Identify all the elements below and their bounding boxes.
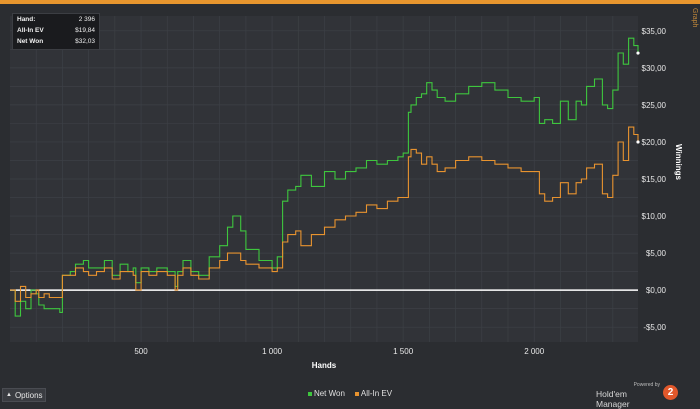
x-tick-label: 1 500	[393, 347, 414, 356]
series-end-marker	[636, 140, 640, 144]
stat-value: 2 396	[78, 16, 95, 23]
expand-arrow-icon: ▲	[6, 392, 12, 398]
y-axis-label: Winnings	[674, 144, 683, 180]
legend-swatch-all-in-ev	[354, 391, 359, 396]
x-tick-label: 2 000	[524, 347, 545, 356]
brand-name: Hold'em Manager	[596, 389, 630, 409]
legend-label: Net Won	[313, 389, 345, 398]
x-axis-ticks: 500 1 000 1 500 2 000	[134, 347, 544, 356]
side-tab[interactable]: Graph	[690, 0, 700, 120]
y-tick-label: $5,00	[646, 249, 667, 258]
x-tick-label: 1 000	[262, 347, 283, 356]
powered-by-text: Powered by	[633, 382, 660, 388]
winnings-chart: -$5,00 $0,00 $5,00 $10,00 $15,00 $20,00 $25,00…	[10, 16, 683, 370]
options-button[interactable]: ▲ Options	[2, 388, 46, 402]
y-tick-label: $10,00	[642, 212, 667, 221]
stat-label: All-In EV	[17, 27, 44, 34]
y-tick-label: $35,00	[642, 27, 667, 36]
y-tick-label: $15,00	[642, 175, 667, 184]
chart-legend: Net Won All-In EV	[0, 389, 700, 398]
series-end-marker	[636, 51, 640, 55]
legend-swatch-net-won	[307, 391, 312, 396]
stat-label: Net Won	[17, 38, 44, 45]
y-tick-label: $25,00	[642, 101, 667, 110]
y-tick-label: $0,00	[646, 286, 667, 295]
y-tick-label: -$5,00	[643, 323, 666, 332]
y-tick-label: $20,00	[642, 138, 667, 147]
x-tick-label: 500	[134, 347, 148, 356]
stat-row-hand: Hand: 2 396	[13, 14, 99, 25]
y-axis-ticks: -$5,00 $0,00 $5,00 $10,00 $15,00 $20,00 $25,00…	[642, 27, 667, 332]
legend-item-net-won[interactable]: Net Won	[307, 389, 345, 398]
y-tick-label: $30,00	[642, 64, 667, 73]
stat-row-net-won: Net Won $32,03	[13, 36, 99, 47]
stat-label: Hand:	[17, 16, 36, 23]
brand-logo: Powered by Hold'em Manager 2	[596, 382, 686, 409]
stat-value: $19,84	[75, 27, 95, 34]
brand-badge-icon: 2	[663, 385, 678, 400]
x-axis-label: Hands	[312, 361, 337, 370]
legend-item-all-in-ev[interactable]: All-In EV	[354, 389, 393, 398]
stat-row-all-in-ev: All-In EV $19,84	[13, 25, 99, 36]
legend-label: All-In EV	[360, 389, 393, 398]
stats-panel: Hand: 2 396 All-In EV $19,84 Net Won $32…	[12, 13, 100, 50]
stat-value: $32,03	[75, 38, 95, 45]
side-tab-label: Graph	[691, 8, 698, 28]
options-label: Options	[14, 390, 43, 400]
